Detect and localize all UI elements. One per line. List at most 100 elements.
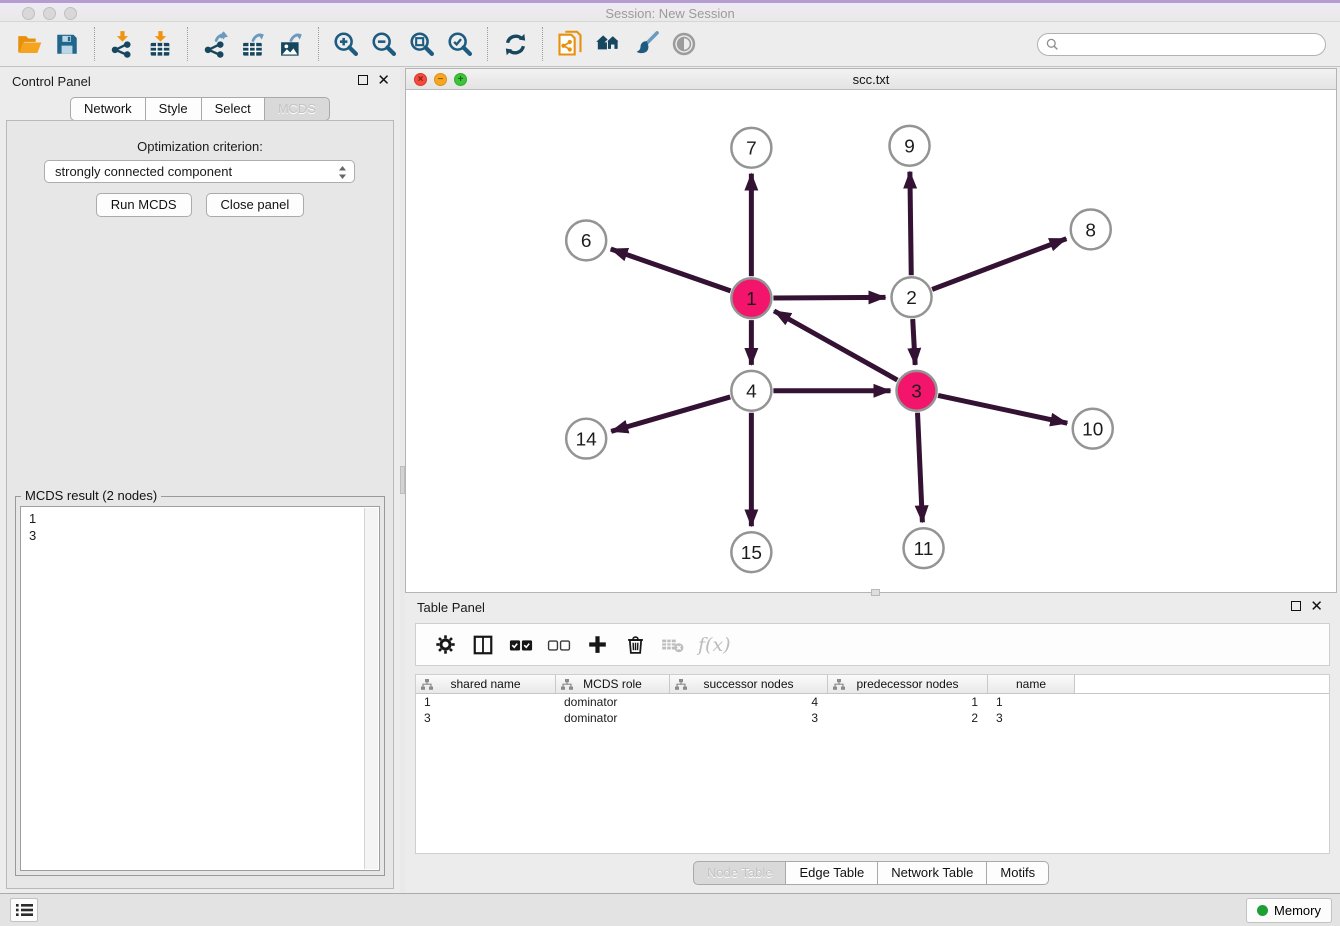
- export-table-button[interactable]: [234, 26, 272, 62]
- zoom-in-button[interactable]: [327, 26, 365, 62]
- import-table-button[interactable]: [141, 26, 179, 62]
- toggle-column-panel-button[interactable]: [466, 628, 500, 662]
- graph-node-9[interactable]: 9: [890, 126, 930, 166]
- window-titlebar: Session: New Session: [0, 0, 1340, 22]
- mcds-panel: Optimization criterion: strongly connect…: [6, 120, 394, 889]
- node-table: shared nameMCDS role successor nodes prede…: [415, 674, 1330, 854]
- column-header-MCDS-role[interactable]: MCDS role: [556, 675, 670, 693]
- right-column: × − + scc.txt 7968124314101511 Table Pan…: [405, 68, 1340, 893]
- column-header-predecessor-nodes[interactable]: predecessor nodes: [828, 675, 988, 693]
- graph-node-4[interactable]: 4: [731, 371, 771, 411]
- apply-preferred-layout-button[interactable]: [496, 26, 534, 62]
- table-row[interactable]: 3dominator323: [416, 710, 1329, 726]
- select-all-checks-button[interactable]: [504, 628, 538, 662]
- column-type-icon: [675, 679, 687, 690]
- tab-network-table[interactable]: Network Table: [877, 861, 987, 885]
- save-session-button[interactable]: [48, 26, 86, 62]
- zoom-selected-button[interactable]: [441, 26, 479, 62]
- graph-node-14[interactable]: 14: [566, 419, 606, 459]
- graph-node-label: 11: [914, 539, 934, 560]
- column-header-name[interactable]: name: [988, 675, 1075, 693]
- task-history-button[interactable]: [10, 898, 38, 922]
- search-input[interactable]: [1064, 35, 1317, 53]
- control-panel-float-icon[interactable]: [358, 75, 368, 85]
- create-column-button[interactable]: [580, 628, 614, 662]
- graph-edge-3-10[interactable]: [938, 395, 1067, 423]
- delete-table-icon: [661, 636, 685, 654]
- clear-all-checks-button[interactable]: [542, 628, 576, 662]
- tab-edge-table[interactable]: Edge Table: [785, 861, 878, 885]
- main-toolbar: [0, 22, 1340, 67]
- table-cell: dominator: [556, 710, 670, 726]
- graph-node-3[interactable]: 3: [897, 371, 937, 411]
- graph-edge-1-6[interactable]: [611, 249, 731, 291]
- network-window-titlebar: × − + scc.txt: [406, 69, 1336, 90]
- result-scrollbar[interactable]: [364, 508, 378, 869]
- zoom-fit-button[interactable]: [403, 26, 441, 62]
- tab-mcds[interactable]: MCDS: [264, 97, 330, 121]
- column-type-icon: [561, 679, 573, 690]
- duplicate-network-icon: [556, 30, 584, 58]
- graph-node-1[interactable]: 1: [731, 278, 771, 318]
- graph-node-label: 10: [1082, 420, 1103, 441]
- graph-node-label: 2: [906, 288, 917, 309]
- graph-edge-2-9[interactable]: [910, 172, 911, 276]
- export-network-icon: [201, 30, 229, 58]
- plus-icon: [587, 634, 608, 655]
- graph-node-label: 15: [741, 543, 762, 564]
- delete-columns-button[interactable]: [618, 628, 652, 662]
- memory-button[interactable]: Memory: [1246, 898, 1332, 923]
- network-resize-handle[interactable]: [871, 589, 880, 596]
- trash-icon: [625, 634, 646, 655]
- column-header-successor-nodes[interactable]: successor nodes: [670, 675, 828, 693]
- graph-node-6[interactable]: 6: [566, 220, 606, 260]
- control-panel-title: Control Panel: [12, 74, 91, 89]
- tab-node-table[interactable]: Node Table: [693, 861, 787, 885]
- tab-select[interactable]: Select: [201, 97, 265, 121]
- zoom-out-button[interactable]: [365, 26, 403, 62]
- run-mcds-button[interactable]: Run MCDS: [96, 193, 192, 217]
- table-panel-close-icon[interactable]: ✕: [1310, 600, 1323, 612]
- first-neighbors-button[interactable]: [589, 26, 627, 62]
- tab-motifs[interactable]: Motifs: [986, 861, 1049, 885]
- close-panel-button[interactable]: Close panel: [206, 193, 305, 217]
- control-panel-close-icon[interactable]: ✕: [377, 74, 390, 86]
- refresh-icon: [502, 31, 529, 58]
- graph-node-7[interactable]: 7: [731, 128, 771, 168]
- tab-style[interactable]: Style: [145, 97, 202, 121]
- export-network-button[interactable]: [196, 26, 234, 62]
- graph-node-8[interactable]: 8: [1071, 210, 1111, 250]
- graph-edge-2-8[interactable]: [932, 239, 1066, 290]
- export-image-icon: [277, 30, 305, 58]
- graph-edge-3-11[interactable]: [918, 413, 923, 523]
- duplicate-network-button[interactable]: [551, 26, 589, 62]
- show-hide-graphics-button[interactable]: [665, 26, 703, 62]
- graph-node-11[interactable]: 11: [904, 528, 944, 568]
- import-network-button[interactable]: [103, 26, 141, 62]
- graph-node-15[interactable]: 15: [731, 532, 771, 572]
- apply-style-button[interactable]: [627, 26, 665, 62]
- mcds-result-fieldset: MCDS result (2 nodes) 13: [15, 496, 385, 876]
- mcds-result-textarea[interactable]: 13: [20, 506, 380, 871]
- graph-edge-3-1[interactable]: [774, 311, 897, 380]
- toolbar-separator: [318, 27, 319, 61]
- export-image-button[interactable]: [272, 26, 310, 62]
- graph-node-2[interactable]: 2: [892, 277, 932, 317]
- column-header-label: successor nodes: [703, 677, 793, 691]
- function-builder-button[interactable]: f(x): [694, 628, 735, 662]
- open-session-button[interactable]: [10, 26, 48, 62]
- graph-edge-2-3[interactable]: [913, 319, 915, 365]
- network-canvas[interactable]: 7 9 6 8 1 2 4 3 14 10 15 11: [406, 90, 1336, 592]
- memory-label: Memory: [1274, 903, 1321, 918]
- tab-network[interactable]: Network: [70, 97, 146, 121]
- graph-edge-1-2[interactable]: [773, 297, 885, 298]
- table-settings-button[interactable]: [428, 628, 462, 662]
- delete-table-button[interactable]: [656, 628, 690, 662]
- open-folder-icon: [16, 31, 43, 58]
- optimization-criterion-select[interactable]: strongly connected component: [44, 160, 355, 183]
- graph-node-10[interactable]: 10: [1073, 409, 1113, 449]
- graph-edge-4-14[interactable]: [611, 397, 730, 431]
- table-row[interactable]: 1dominator411: [416, 694, 1329, 710]
- column-header-shared-name[interactable]: shared name: [416, 675, 556, 693]
- table-panel-float-icon[interactable]: [1291, 601, 1301, 611]
